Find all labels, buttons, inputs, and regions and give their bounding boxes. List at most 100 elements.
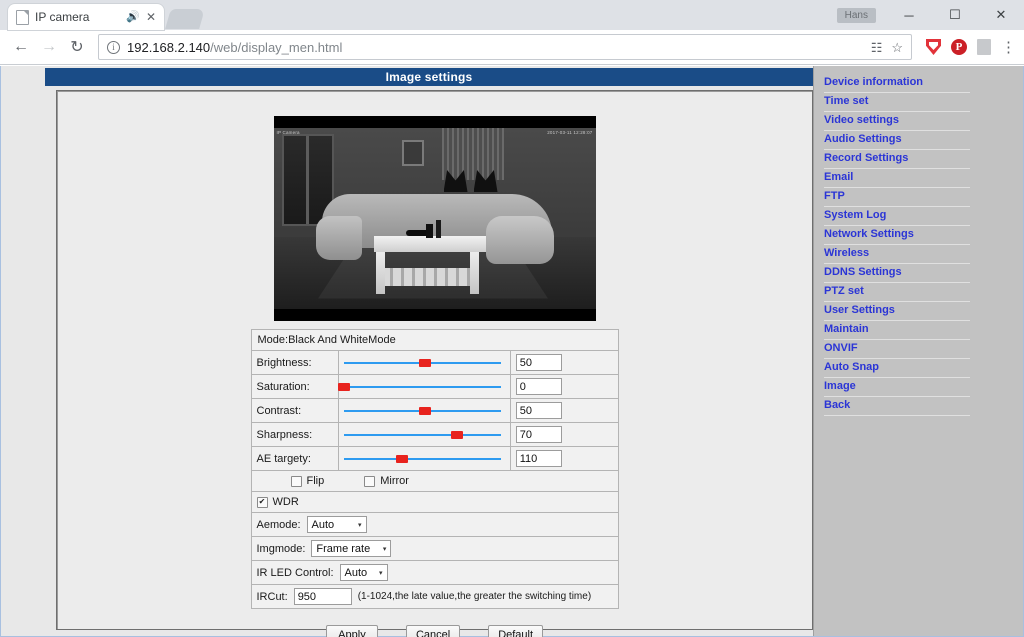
- info-icon[interactable]: i: [107, 40, 120, 54]
- sidebar-item-image[interactable]: Image: [824, 378, 970, 397]
- brightness-slider-cell[interactable]: [338, 350, 511, 375]
- contrast-label: Contrast:: [250, 398, 340, 423]
- ir-led-control-cell: IR LED Control: Auto ▾: [250, 560, 619, 585]
- pdf-icon[interactable]: [977, 39, 991, 55]
- camera-preview[interactable]: IP Camera 2017-03-11 12:28:07: [273, 116, 596, 321]
- saturation-input[interactable]: [515, 378, 562, 395]
- sidebar-item-onvif[interactable]: ONVIF: [824, 340, 970, 359]
- maximize-button[interactable]: ☐: [932, 0, 978, 30]
- reload-button[interactable]: ↻: [64, 34, 90, 60]
- ircut-label: IRCut:: [256, 590, 288, 603]
- ae-targety-input[interactable]: [515, 450, 562, 467]
- sidebar-item-system-log[interactable]: System Log: [824, 207, 970, 226]
- flip-checkbox-row[interactable]: Flip: [290, 475, 324, 487]
- browser-tab-ip-camera[interactable]: IP camera 🔊 ✕: [8, 4, 164, 30]
- sharpness-slider-cell[interactable]: [338, 422, 511, 447]
- slider-thumb[interactable]: [418, 359, 431, 367]
- minimize-button[interactable]: ─: [886, 0, 932, 30]
- aemode-select[interactable]: Auto ▾: [306, 516, 367, 533]
- sidebar-item-video-settings[interactable]: Video settings: [824, 112, 970, 131]
- speaker-icon[interactable]: 🔊: [126, 11, 140, 23]
- imgmode-cell: Imgmode: Frame rate ▾: [250, 536, 619, 561]
- contrast-input[interactable]: [515, 402, 562, 419]
- brightness-slider[interactable]: [344, 355, 504, 370]
- sharpness-value-cell: [509, 422, 619, 447]
- slider-thumb[interactable]: [396, 455, 409, 463]
- chrome-menu-icon[interactable]: ⋮: [1001, 38, 1016, 56]
- sidebar-item-ddns-settings[interactable]: DDNS Settings: [824, 264, 970, 283]
- sidebar-item-device-information[interactable]: Device information: [824, 74, 970, 93]
- contrast-slider[interactable]: [344, 403, 504, 418]
- new-tab-button[interactable]: [165, 9, 205, 29]
- sidebar-item-network-settings[interactable]: Network Settings: [824, 226, 970, 245]
- sidebar-item-ptz-set[interactable]: PTZ set: [824, 283, 970, 302]
- ir-led-control-select[interactable]: Auto ▾: [339, 564, 388, 581]
- wdr-checkbox[interactable]: [256, 496, 268, 508]
- sidebar-item-email[interactable]: Email: [824, 169, 970, 188]
- saturation-value-cell: [509, 374, 619, 399]
- default-button[interactable]: Default: [488, 625, 544, 637]
- ircut-row: IRCut: (1-1024,the late value,the greate…: [250, 584, 619, 609]
- slider-thumb[interactable]: [450, 431, 463, 439]
- address-bar[interactable]: i 192.168.2.140/web/display_men.html ☷ ☆: [98, 34, 912, 60]
- mode-label: Mode:Black And WhiteMode: [250, 329, 619, 351]
- slider-row-contrast: Contrast:: [250, 398, 619, 423]
- forward-button[interactable]: →: [36, 34, 62, 60]
- form-button-row: Apply Cancel Default: [57, 625, 812, 637]
- star-icon[interactable]: ☆: [891, 41, 903, 54]
- mirror-checkbox-row[interactable]: Mirror: [364, 475, 409, 487]
- window-controls: Hans ─ ☐ ✕: [836, 0, 1024, 30]
- imgmode-row: Imgmode: Frame rate ▾: [250, 536, 619, 561]
- flip-checkbox[interactable]: [290, 475, 302, 487]
- slider-thumb[interactable]: [338, 383, 351, 391]
- url-host: 192.168.2.140: [127, 39, 211, 55]
- sharpness-input[interactable]: [515, 426, 562, 443]
- ir-led-control-selected-value: Auto: [344, 566, 368, 579]
- sharpness-slider[interactable]: [344, 427, 504, 442]
- ae-targety-slider[interactable]: [344, 451, 504, 466]
- browser-toolbar: ← → ↻ i 192.168.2.140/web/display_men.ht…: [0, 30, 1024, 65]
- ircut-input[interactable]: [293, 588, 352, 605]
- osd-timestamp: 2017-03-11 12:28:07: [547, 130, 593, 135]
- scene-table-shelf: [381, 268, 478, 286]
- slider-row-saturation: Saturation:: [250, 374, 619, 399]
- sidebar-item-maintain[interactable]: Maintain: [824, 321, 970, 340]
- sidebar-item-auto-snap[interactable]: Auto Snap: [824, 359, 970, 378]
- imgmode-selected-value: Frame rate: [316, 542, 371, 555]
- osd-camera-name: IP Camera: [276, 130, 300, 135]
- ircut-hint: (1-1024,the late value,the greater the s…: [357, 591, 592, 602]
- sidebar-item-time-set[interactable]: Time set: [824, 93, 970, 112]
- mirror-checkbox[interactable]: [364, 475, 376, 487]
- apply-button[interactable]: Apply: [325, 625, 378, 637]
- sidebar-item-wireless[interactable]: Wireless: [824, 245, 970, 264]
- profile-badge[interactable]: Hans: [836, 7, 876, 23]
- scene-sofa-left-arm: [315, 216, 362, 260]
- scene-table-object-box: [425, 224, 433, 238]
- slider-row-sharpness: Sharpness:: [250, 422, 619, 447]
- saturation-slider-cell[interactable]: [338, 374, 511, 399]
- pinterest-icon[interactable]: P: [951, 39, 967, 55]
- sidebar-item-back[interactable]: Back: [824, 397, 970, 416]
- imgmode-select[interactable]: Frame rate ▾: [311, 540, 392, 557]
- translate-icon[interactable]: ☷: [871, 41, 883, 54]
- close-icon[interactable]: ✕: [146, 11, 156, 23]
- extension-icons: P ⋮: [920, 38, 1016, 56]
- back-button[interactable]: ←: [8, 34, 34, 60]
- sidebar-item-audio-settings[interactable]: Audio Settings: [824, 131, 970, 150]
- contrast-slider-cell[interactable]: [338, 398, 511, 423]
- wdr-checkbox-row[interactable]: WDR: [256, 496, 613, 508]
- sidebar-item-record-settings[interactable]: Record Settings: [824, 150, 970, 169]
- shield-icon[interactable]: [926, 39, 941, 55]
- cancel-button[interactable]: Cancel: [405, 625, 461, 637]
- sidebar-item-user-settings[interactable]: User Settings: [824, 302, 970, 321]
- ir-led-control-label: IR LED Control:: [256, 566, 334, 579]
- window-close-button[interactable]: ✕: [978, 0, 1024, 30]
- omnibox-actions: ☷ ☆: [871, 41, 903, 54]
- image-settings-table: Mode:Black And WhiteMode Brightness: 50 …: [250, 329, 619, 609]
- sidebar-item-ftp[interactable]: FTP: [824, 188, 970, 207]
- ae-targety-slider-cell[interactable]: [338, 446, 511, 471]
- brightness-input[interactable]: [515, 354, 562, 371]
- saturation-slider[interactable]: [338, 379, 504, 394]
- slider-track: [344, 386, 501, 388]
- slider-thumb[interactable]: [418, 407, 431, 415]
